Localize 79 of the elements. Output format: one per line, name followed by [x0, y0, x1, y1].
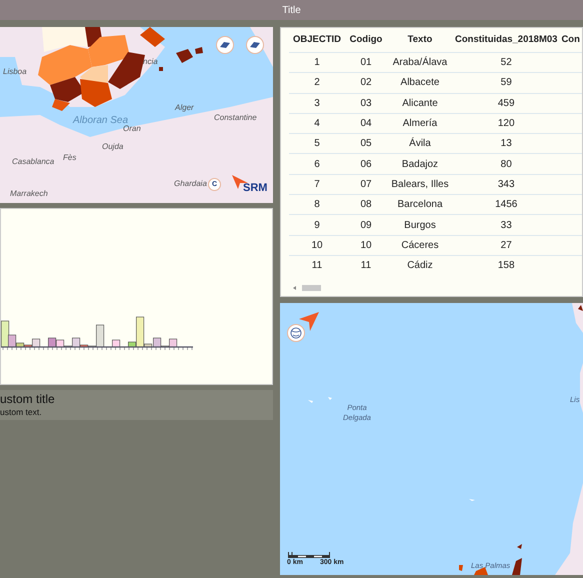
table-cell: 01 [345, 52, 387, 73]
scrollbar-thumb[interactable] [302, 285, 321, 291]
table-cell: 13 [453, 134, 560, 154]
table-cell: Burgos [387, 214, 453, 236]
table-cell: 6 [289, 154, 345, 174]
panel-text: ustom text. [0, 406, 43, 418]
map-label: Constantine [214, 113, 257, 122]
table-cell: Cádiz [387, 255, 453, 276]
map-label: Oran [123, 124, 141, 133]
column-header[interactable]: OBJECTID [289, 28, 345, 52]
table-cell: Balears, Illes [387, 174, 453, 195]
table-cell: 80 [453, 154, 560, 174]
table-cell: 08 [345, 194, 387, 215]
globe-icon [290, 327, 302, 339]
table-cell: Alicante [387, 93, 453, 114]
table-cell: 343 [453, 174, 560, 195]
table-cell: 33 [453, 214, 560, 236]
table-cell: 120 [453, 113, 560, 134]
column-header[interactable]: Codigo [345, 28, 387, 52]
island [308, 397, 332, 403]
map-label: Oujda [102, 142, 124, 151]
table-cell: 06 [345, 154, 387, 174]
table-cell: Barcelona [387, 194, 453, 215]
map-label: Casablanca [12, 157, 54, 166]
table-cell: Albacete [387, 72, 453, 94]
table-cell: 1 [289, 52, 345, 73]
logo: SRM [243, 182, 268, 194]
map-label: Alboran Sea [73, 115, 128, 126]
layer-button[interactable] [216, 36, 234, 54]
table-cell: 11 [345, 255, 387, 276]
panel-title: ustom title [0, 392, 56, 406]
table-cell: 05 [345, 134, 387, 154]
arrow-icon [299, 312, 319, 331]
table-cell: 04 [345, 113, 387, 134]
table-cell: 5 [289, 134, 345, 154]
province-region [578, 305, 583, 311]
table-cell: Almería [387, 113, 453, 134]
table-cell: 3 [289, 93, 345, 114]
column-header[interactable]: Constituidas_2018M03 [453, 28, 560, 52]
table-cell: 02 [345, 72, 387, 94]
scale-bar [288, 552, 330, 559]
layers-icon [249, 41, 261, 49]
table-cell: 03 [345, 93, 387, 114]
map-label: ncia [143, 57, 158, 66]
map-label: Lisboa [3, 67, 27, 76]
column-header[interactable]: Con [559, 28, 582, 52]
province-region [512, 544, 522, 575]
table-cell: 7 [289, 174, 345, 195]
table-cell: 158 [453, 255, 560, 276]
map-label: Marrakech [10, 189, 48, 198]
map-control-button[interactable] [287, 324, 305, 342]
bar [48, 338, 56, 348]
table-cell: Araba/Álava [387, 52, 453, 73]
map-label: Ghardaia [174, 179, 207, 188]
layers-icon [219, 41, 231, 49]
table-cell: 2 [289, 72, 345, 94]
table-cell: Badajoz [387, 154, 453, 174]
table-cell: 10 [289, 235, 345, 256]
map-label: Fès [63, 153, 76, 162]
table-cell: Ávila [387, 134, 453, 154]
map-label: Alger [175, 103, 194, 112]
table-cell: 09 [345, 214, 387, 236]
column-header[interactable]: Texto [387, 28, 453, 52]
table-cell: Cáceres [387, 235, 453, 256]
window-title: Title [282, 4, 301, 16]
table-cell: 59 [453, 72, 560, 94]
table-cell: 52 [453, 52, 560, 73]
table-cell: 11 [289, 255, 345, 276]
table-cell: 9 [289, 214, 345, 236]
bar [112, 340, 120, 348]
table-cell: 27 [453, 235, 560, 256]
table-cell: 07 [345, 174, 387, 195]
table-cell: 459 [453, 93, 560, 114]
table-cell: 1456 [453, 194, 560, 215]
table-cell: 4 [289, 113, 345, 134]
table-cell: 10 [345, 235, 387, 256]
scroll-left-icon[interactable] [293, 286, 296, 290]
table-cell: 8 [289, 194, 345, 215]
layer-button[interactable] [246, 36, 264, 54]
